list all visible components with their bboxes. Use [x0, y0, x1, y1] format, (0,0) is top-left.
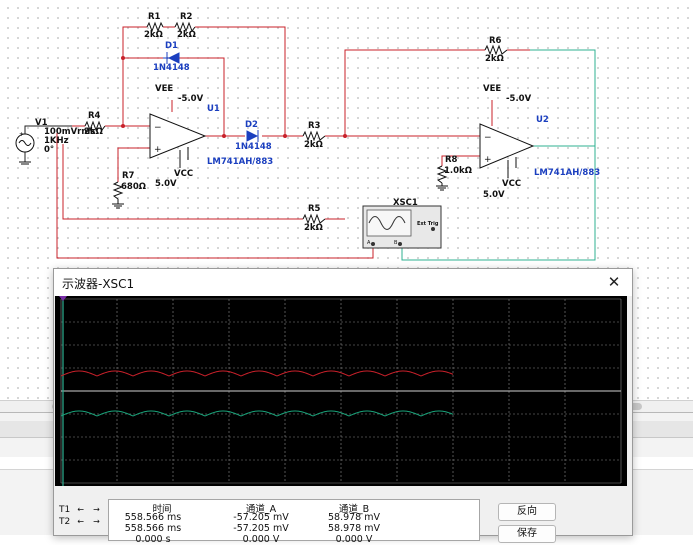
- u1-vee-label: VEE: [155, 84, 173, 94]
- u2-ref: U2: [536, 115, 549, 125]
- d1-value: 1N4148: [153, 63, 190, 73]
- t1-right-arrow-icon[interactable]: →: [91, 505, 102, 515]
- r5-value: 2kΩ: [304, 223, 323, 233]
- svg-text:B: B: [394, 240, 398, 246]
- cursor-readout-panel: T1 ← → T2 ← → 时间 通道_A 通道_B 558.566 ms -5…: [54, 489, 632, 545]
- svg-text:+: +: [484, 155, 492, 165]
- u1-value: LM741AH/883: [207, 157, 273, 167]
- reverse-button[interactable]: 反向: [498, 503, 556, 521]
- r6-value: 2kΩ: [485, 54, 504, 64]
- svg-text:−: −: [484, 133, 492, 143]
- d1-ref: D1: [165, 41, 178, 51]
- readout-table: 时间 通道_A 通道_B 558.566 ms -57.205 mV 58.97…: [108, 499, 480, 545]
- delta-channel-b: 0.000 V: [335, 534, 373, 545]
- r4-value: 2kΩ: [84, 127, 103, 137]
- v1-phase: 0°: [44, 145, 54, 155]
- r2-ref: R2: [180, 12, 193, 22]
- u1-vee-value: -5.0V: [178, 94, 204, 104]
- u1-vcc-label: VCC: [174, 169, 193, 179]
- t2-left-arrow-icon[interactable]: ←: [75, 517, 86, 527]
- t1-channel-b: 58.978 mV: [327, 512, 380, 523]
- close-icon[interactable]: ✕: [604, 272, 624, 292]
- oscilloscope-title: 示波器-XSC1: [62, 277, 135, 291]
- d2-value: 1N4148: [235, 142, 272, 152]
- r3-ref: R3: [308, 121, 321, 131]
- delta-channel-a: 0.000 V: [242, 534, 280, 545]
- r4-ref: R4: [88, 111, 101, 121]
- r3-value: 2kΩ: [304, 140, 323, 150]
- t1-row: T1 ← →: [59, 505, 102, 515]
- svg-text:+: +: [19, 131, 24, 138]
- oscilloscope-title-bar[interactable]: 示波器-XSC1 ✕: [54, 269, 632, 296]
- u2-value: LM741AH/883: [534, 168, 600, 178]
- t2-time: 558.566 ms: [124, 523, 182, 534]
- r7-value: 680Ω: [121, 182, 146, 192]
- oscilloscope-window[interactable]: 示波器-XSC1 ✕ T1 ← → T2 ← → 时间 通道_A 通道_B 55…: [53, 268, 633, 545]
- xsc1-ext-trig: Ext Trig: [417, 221, 439, 227]
- svg-text:A: A: [367, 240, 371, 246]
- r8-value: 1.0kΩ: [444, 166, 472, 176]
- u2-vcc-label: VCC: [502, 179, 521, 189]
- t2-right-arrow-icon[interactable]: →: [91, 517, 102, 527]
- r2-value: 2kΩ: [177, 30, 196, 40]
- t1-label: T1: [59, 505, 71, 515]
- u2-vee-label: VEE: [483, 84, 501, 94]
- t2-row: T2 ← →: [59, 517, 102, 527]
- oscilloscope-screen[interactable]: [55, 296, 627, 486]
- u1-ref: U1: [207, 104, 220, 114]
- t1-left-arrow-icon[interactable]: ←: [75, 505, 86, 515]
- u2-vcc-value: 5.0V: [483, 190, 505, 200]
- xsc1-ref: XSC1: [393, 198, 418, 208]
- r1-ref: R1: [148, 12, 161, 22]
- t1-channel-a: -57.205 mV: [233, 512, 289, 523]
- t1-time: 558.566 ms: [124, 512, 182, 523]
- r7-ref: R7: [122, 171, 135, 181]
- delta-time: 0.000 s: [135, 534, 171, 545]
- r6-ref: R6: [489, 36, 502, 46]
- u2-vee-value: -5.0V: [506, 94, 532, 104]
- svg-text:−: −: [154, 123, 162, 133]
- d2-ref: D2: [245, 120, 258, 130]
- u1-vcc-value: 5.0V: [155, 179, 177, 189]
- t2-channel-a: -57.205 mV: [233, 523, 289, 534]
- t2-channel-b: 58.978 mV: [327, 523, 380, 534]
- save-button[interactable]: 保存: [498, 525, 556, 543]
- t2-label: T2: [59, 517, 71, 527]
- svg-text:+: +: [154, 145, 162, 155]
- r8-ref: R8: [445, 155, 458, 165]
- r1-value: 2kΩ: [144, 30, 163, 40]
- r5-ref: R5: [308, 204, 321, 214]
